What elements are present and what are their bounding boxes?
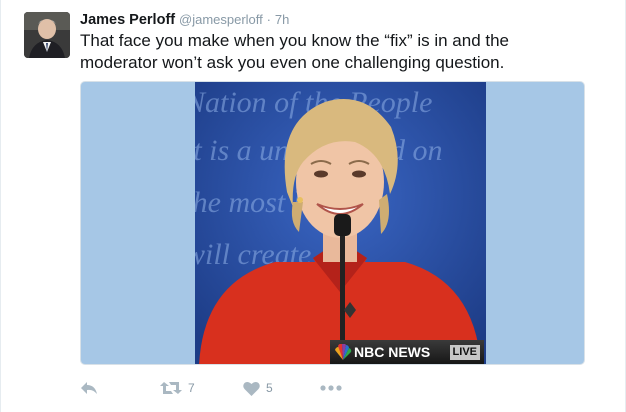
tweet-text: That face you make when you know the “fi… xyxy=(80,31,510,72)
retweet-icon xyxy=(160,382,182,394)
heart-icon xyxy=(243,381,260,396)
tweet-header: James Perloff @jamesperloff · 7h xyxy=(80,11,289,28)
timestamp[interactable]: 7h xyxy=(275,12,289,27)
display-name[interactable]: James Perloff xyxy=(80,12,175,28)
video-still: Nation of the People it is a union based… xyxy=(195,82,486,364)
debate-video-frame: Nation of the People it is a union based… xyxy=(195,82,486,364)
avatar[interactable] xyxy=(24,12,70,58)
tweet-actions: 7 5 xyxy=(80,376,380,400)
separator: · xyxy=(266,12,272,27)
live-badge: LIVE xyxy=(449,345,480,360)
reply-button[interactable] xyxy=(80,376,98,400)
more-button[interactable] xyxy=(320,376,342,400)
avatar-photo xyxy=(24,12,70,58)
tweet-card: James Perloff @jamesperloff · 7h That fa… xyxy=(0,0,626,412)
like-button[interactable]: 5 xyxy=(243,376,273,400)
more-icon xyxy=(320,385,342,391)
nbc-news-live-bug: NBC NEWS LIVE xyxy=(330,340,484,364)
peacock-icon xyxy=(335,344,352,360)
like-count: 5 xyxy=(266,381,273,395)
media-attachment[interactable]: Nation of the People it is a union based… xyxy=(80,81,585,365)
retweet-count: 7 xyxy=(188,381,195,395)
retweet-button[interactable]: 7 xyxy=(160,376,195,400)
username[interactable]: @jamesperloff xyxy=(179,12,263,27)
broadcast-label: NBC NEWS xyxy=(354,344,431,360)
reply-icon xyxy=(81,382,97,394)
